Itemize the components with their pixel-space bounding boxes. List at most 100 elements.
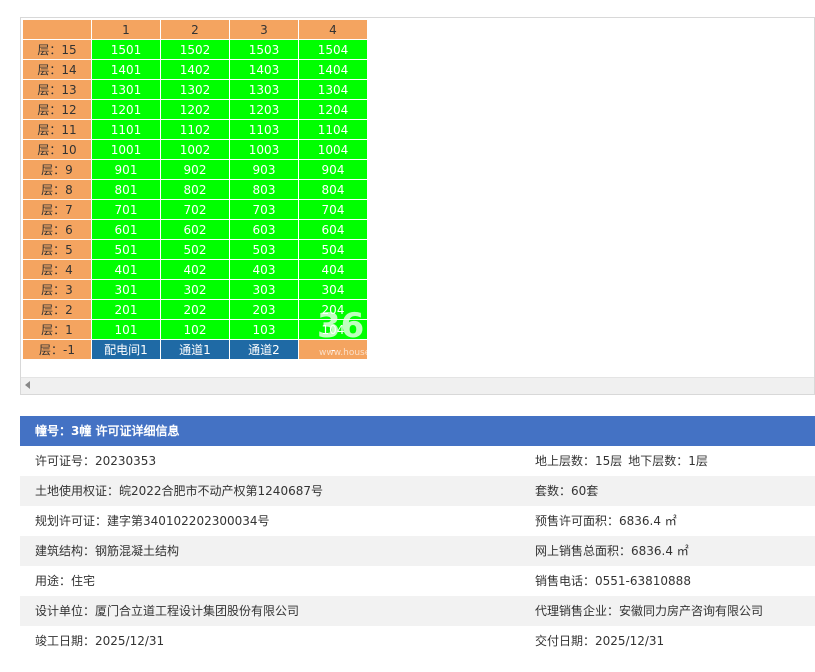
unit-cell[interactable]: 904 <box>298 159 368 180</box>
floor-row: 层：10 1001 1002 1003 1004 <box>22 139 368 160</box>
floor-row: 层：6 601 602 603 604 <box>22 219 368 240</box>
info-left-field: 设计单位：厦门合立道工程设计集团股份有限公司 <box>35 604 300 618</box>
unit-cell[interactable]: 1304 <box>298 79 368 100</box>
grid-corner-cell <box>22 19 92 40</box>
unit-cell[interactable]: 804 <box>298 179 368 200</box>
info-right-field: 代理销售企业：安徽同力房产咨询有限公司 <box>535 596 763 626</box>
info-left-field: 用途：住宅 <box>35 574 96 588</box>
unit-cell[interactable]: 303 <box>229 279 299 300</box>
unit-cell[interactable]: 102 <box>160 319 230 340</box>
unit-cell[interactable]: 301 <box>91 279 161 300</box>
permit-detail-header: 幢号：3幢 许可证详细信息 <box>20 416 815 446</box>
unit-cell[interactable]: 404 <box>298 259 368 280</box>
unit-cell[interactable]: 1201 <box>91 99 161 120</box>
unit-cell[interactable]: 402 <box>160 259 230 280</box>
floor-row: 层：3 301 302 303 304 <box>22 279 368 300</box>
unit-cell[interactable]: 1502 <box>160 39 230 60</box>
unit-cell[interactable]: 1001 <box>91 139 161 160</box>
unit-cell[interactable]: 604 <box>298 219 368 240</box>
unit-cell[interactable]: 103 <box>229 319 299 340</box>
info-row: 用途：住宅 销售电话：0551-63810888 <box>20 566 815 596</box>
unit-cell[interactable]: 701 <box>91 199 161 220</box>
unit-cell[interactable]: 603 <box>229 219 299 240</box>
info-right-extra-value: 地下层数：1层 <box>628 454 708 468</box>
unit-cell[interactable]: 803 <box>229 179 299 200</box>
unit-cell[interactable]: 903 <box>229 159 299 180</box>
unit-cell[interactable]: 1302 <box>160 79 230 100</box>
unit-cell[interactable]: 101 <box>91 319 161 340</box>
floor-row: 层：15 1501 1502 1503 1504 <box>22 39 368 60</box>
info-row: 规划许可证：建字第340102202300034号 预售许可面积：6836.4 ㎡ <box>20 506 815 536</box>
info-right-value: 网上销售总面积：6836.4 ㎡ <box>535 544 689 558</box>
unit-cell[interactable]: 1203 <box>229 99 299 120</box>
unit-cell[interactable]: 503 <box>229 239 299 260</box>
floor-row: 层：2 201 202 203 204 <box>22 299 368 320</box>
unit-cell[interactable]: 1303 <box>229 79 299 100</box>
info-row: 竣工日期：2025/12/31 交付日期：2025/12/31 <box>20 626 815 656</box>
unit-cell[interactable]: 1003 <box>229 139 299 160</box>
unit-cell[interactable]: 1404 <box>298 59 368 80</box>
unit-cell[interactable]: 201 <box>91 299 161 320</box>
floor-row: 层：12 1201 1202 1203 1204 <box>22 99 368 120</box>
unit-cell[interactable]: 601 <box>91 219 161 240</box>
unit-cell[interactable]: 203 <box>229 299 299 320</box>
unit-cell[interactable]: 202 <box>160 299 230 320</box>
info-right-field: 交付日期：2025/12/31 <box>535 626 664 656</box>
unit-cell[interactable]: 1204 <box>298 99 368 120</box>
info-row: 设计单位：厦门合立道工程设计集团股份有限公司 代理销售企业：安徽同力房产咨询有限公… <box>20 596 815 626</box>
unit-cell[interactable]: 501 <box>91 239 161 260</box>
unit-cell[interactable]: 502 <box>160 239 230 260</box>
unit-cell[interactable]: 1002 <box>160 139 230 160</box>
floor-label: 层：13 <box>22 79 92 100</box>
unit-cell[interactable]: 802 <box>160 179 230 200</box>
unit-cell[interactable]: 1403 <box>229 59 299 80</box>
unit-cell[interactable]: 1103 <box>229 119 299 140</box>
unit-cell[interactable]: 1503 <box>229 39 299 60</box>
unit-cell[interactable]: 304 <box>298 279 368 300</box>
unit-cell[interactable]: 1101 <box>91 119 161 140</box>
unit-cell[interactable]: 302 <box>160 279 230 300</box>
unit-cell[interactable]: 801 <box>91 179 161 200</box>
unit-cell[interactable]: 1004 <box>298 139 368 160</box>
unit-cell[interactable]: 1504 <box>298 39 368 60</box>
unit-cell[interactable]: 504 <box>298 239 368 260</box>
info-right-value: 地上层数：15层 <box>535 454 623 468</box>
unit-cell[interactable]: 901 <box>91 159 161 180</box>
info-right-field: 销售电话：0551-63810888 <box>535 566 691 596</box>
floor-label: 层：6 <box>22 219 92 240</box>
unit-cell[interactable]: 1104 <box>298 119 368 140</box>
unit-cell[interactable]: 1202 <box>160 99 230 120</box>
info-right-value: 预售许可面积：6836.4 ㎡ <box>535 514 677 528</box>
unit-cell[interactable]: 1301 <box>91 79 161 100</box>
floor-row: 层：1 101 102 103 104 <box>22 319 368 340</box>
facility-cell[interactable]: 通道1 <box>160 339 230 360</box>
floor-label: 层：5 <box>22 239 92 260</box>
floor-label: 层：14 <box>22 59 92 80</box>
unit-cell[interactable]: 1401 <box>91 59 161 80</box>
floor-row: 层：5 501 502 503 504 <box>22 239 368 260</box>
unit-cell[interactable]: 602 <box>160 219 230 240</box>
facility-cell[interactable]: 通道2 <box>229 339 299 360</box>
unit-cell[interactable]: 401 <box>91 259 161 280</box>
unit-cell[interactable]: 902 <box>160 159 230 180</box>
info-right-value: 交付日期：2025/12/31 <box>535 634 665 648</box>
unit-cell[interactable]: 403 <box>229 259 299 280</box>
unit-cell[interactable]: 703 <box>229 199 299 220</box>
scroll-left-arrow-icon[interactable] <box>25 381 30 389</box>
info-left-field: 规划许可证：建字第340102202300034号 <box>35 514 270 528</box>
info-left-field: 土地使用权证：皖2022合肥市不动产权第1240687号 <box>35 484 323 498</box>
info-right-field: 套数：60套 <box>535 476 598 506</box>
unit-cell[interactable]: 1102 <box>160 119 230 140</box>
unit-cell[interactable]: 704 <box>298 199 368 220</box>
column-header: 2 <box>160 19 230 40</box>
unit-cell[interactable]: 702 <box>160 199 230 220</box>
facility-cell[interactable]: 配电间1 <box>91 339 161 360</box>
basement-row: 层：-1 配电间1 通道1 通道2- <box>22 339 368 360</box>
floor-row: 层：7 701 702 703 704 <box>22 199 368 220</box>
unit-cell[interactable]: 1501 <box>91 39 161 60</box>
grid-header-row: 1234 <box>22 19 368 40</box>
unit-cell[interactable]: 1402 <box>160 59 230 80</box>
floor-row: 层：11 1101 1102 1103 1104 <box>22 119 368 140</box>
horizontal-scrollbar[interactable] <box>21 377 814 394</box>
floor-label: 层：10 <box>22 139 92 160</box>
